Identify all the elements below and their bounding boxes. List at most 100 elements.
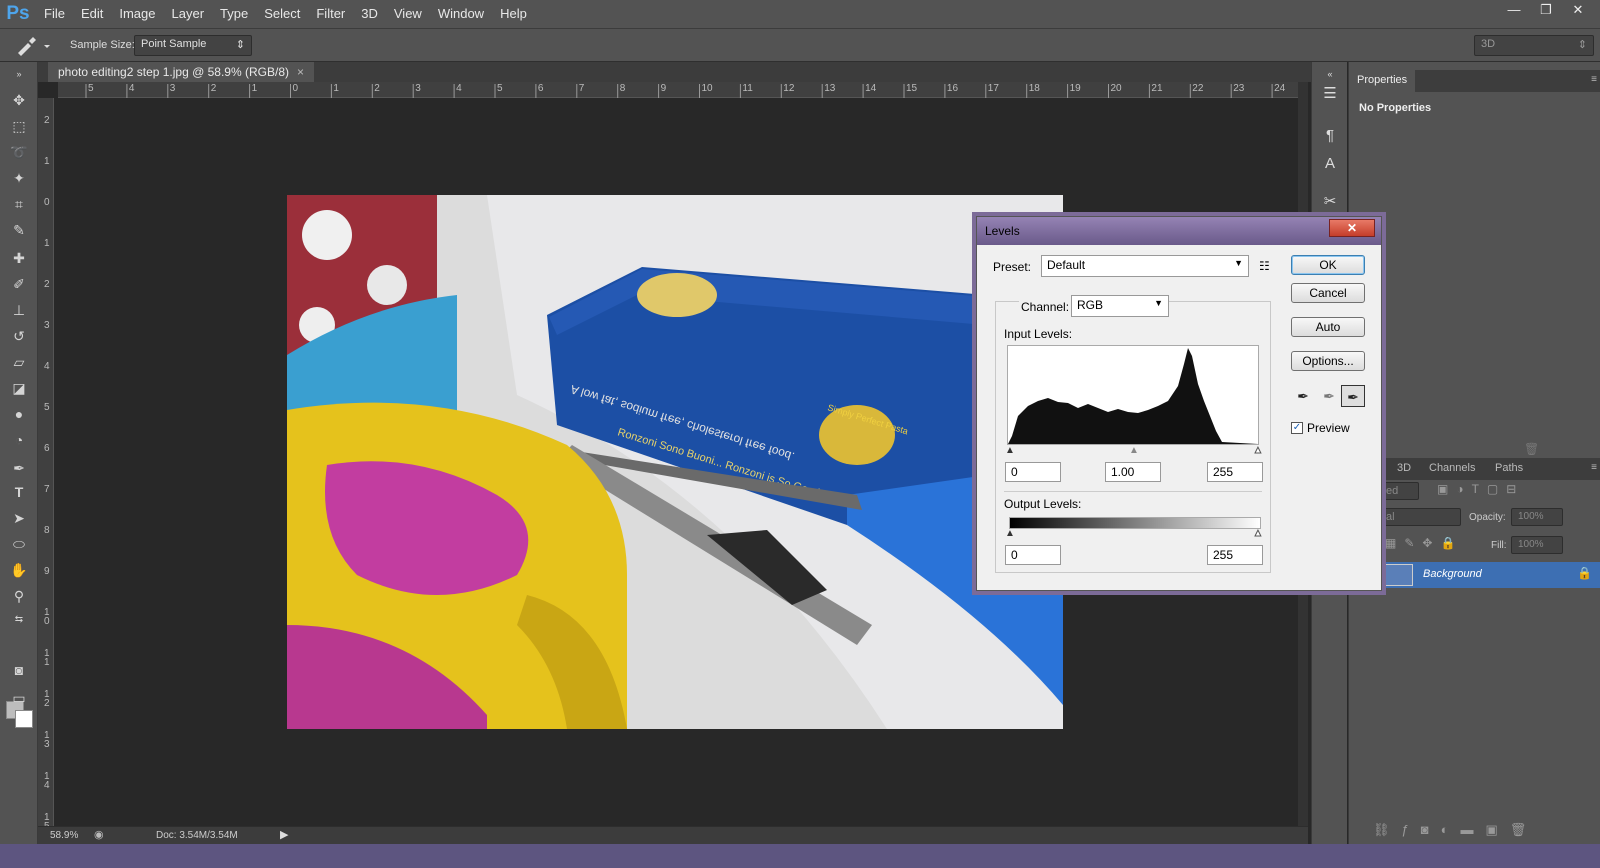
- collapse-toolbar-icon[interactable]: »: [8, 64, 30, 84]
- opacity-input[interactable]: 100%: [1511, 508, 1563, 526]
- eyedropper-tool-icon[interactable]: ✎: [8, 220, 30, 240]
- healing-brush-tool-icon[interactable]: ✚: [8, 248, 30, 268]
- restore-button[interactable]: ❐: [1530, 0, 1562, 20]
- brush-tool-icon[interactable]: ✐: [8, 274, 30, 294]
- menu-window[interactable]: Window: [430, 0, 492, 28]
- blend-mode-select[interactable]: ed: [1379, 482, 1419, 500]
- menu-filter[interactable]: Filter: [308, 0, 353, 28]
- black-point-eyedropper-icon[interactable]: ✒: [1291, 385, 1315, 407]
- status-info-icon[interactable]: ◉: [94, 828, 104, 841]
- document-image[interactable]: A low fat, sodium free, cholesterol free…: [287, 195, 1063, 729]
- background-color-swatch[interactable]: [15, 710, 33, 728]
- ok-button[interactable]: OK: [1291, 255, 1365, 275]
- trash-icon[interactable]: 🗑: [1524, 442, 1539, 456]
- panel-menu-icon[interactable]: ≡: [1591, 462, 1597, 473]
- layer-filter-icons[interactable]: ▣◑T▢⊟: [1437, 482, 1524, 496]
- menu-select[interactable]: Select: [256, 0, 308, 28]
- close-document-icon[interactable]: ×: [297, 65, 304, 79]
- sample-size-label: Sample Size:: [70, 39, 135, 51]
- white-point-eyedropper-icon[interactable]: ✒: [1341, 385, 1365, 407]
- cancel-button[interactable]: Cancel: [1291, 283, 1365, 303]
- marquee-tool-icon[interactable]: ⬚: [8, 116, 30, 136]
- swap-colors-icon[interactable]: ⇆: [8, 610, 30, 630]
- paint-bucket-tool-icon[interactable]: ◪: [8, 378, 30, 398]
- eyedropper-preset-icon[interactable]: [14, 35, 60, 57]
- path-selection-tool-icon[interactable]: ➤: [8, 508, 30, 528]
- character-panel-icon[interactable]: A: [1318, 152, 1342, 176]
- input-levels-label: Input Levels:: [1004, 327, 1073, 341]
- menu-3d[interactable]: 3D: [353, 0, 386, 28]
- menu-help[interactable]: Help: [492, 0, 535, 28]
- menu-edit[interactable]: Edit: [73, 0, 111, 28]
- ruler-tick-label: 15: [906, 83, 918, 94]
- options-button[interactable]: Options...: [1291, 351, 1365, 371]
- zoom-tool-icon[interactable]: ⚲: [8, 586, 30, 606]
- auto-button[interactable]: Auto: [1291, 317, 1365, 337]
- tab-paths[interactable]: Paths: [1487, 458, 1531, 480]
- ellipse-tool-icon[interactable]: ⬭: [8, 534, 30, 554]
- gray-point-eyedropper-icon[interactable]: ✒: [1317, 385, 1341, 407]
- input-white-field[interactable]: 255: [1207, 462, 1263, 482]
- menu-layer[interactable]: Layer: [164, 0, 213, 28]
- output-white-slider[interactable]: ▲: [1253, 528, 1264, 540]
- paragraph-panel-icon[interactable]: ¶: [1318, 124, 1342, 148]
- quick-mask-icon[interactable]: ◙: [8, 660, 30, 680]
- dodge-tool-icon[interactable]: ◔: [8, 430, 30, 450]
- menu-view[interactable]: View: [386, 0, 430, 28]
- layer-row-background[interactable]: Background 🔒: [1379, 562, 1600, 588]
- status-menu-arrow-icon[interactable]: ▶: [280, 828, 288, 841]
- preview-checkbox[interactable]: ✓: [1291, 422, 1303, 434]
- panel-menu-icon[interactable]: ≡: [1591, 74, 1597, 85]
- eraser-tool-icon[interactable]: ▱: [8, 352, 30, 372]
- input-gamma-field[interactable]: 1.00: [1105, 462, 1161, 482]
- levels-titlebar[interactable]: Levels ✕: [977, 217, 1381, 245]
- history-brush-tool-icon[interactable]: ↺: [8, 326, 30, 346]
- tab-3d[interactable]: 3D: [1389, 458, 1419, 480]
- workspace-select[interactable]: 3D ⇕: [1474, 35, 1594, 56]
- history-panel-icon[interactable]: ☰: [1318, 82, 1342, 106]
- type-tool-icon[interactable]: T: [8, 482, 30, 502]
- input-white-slider[interactable]: ▲: [1253, 445, 1264, 457]
- menu-file[interactable]: File: [36, 0, 73, 28]
- move-tool-icon[interactable]: ✥: [8, 90, 30, 110]
- hand-tool-icon[interactable]: ✋: [8, 560, 30, 580]
- crop-tool-icon[interactable]: ⌗: [8, 194, 30, 214]
- layer-actions-bar[interactable]: ⛓ƒ◙◐▬▣🗑: [1373, 822, 1538, 838]
- input-black-field[interactable]: 0: [1005, 462, 1061, 482]
- sample-size-value: Point Sample: [141, 38, 207, 50]
- close-window-button[interactable]: ✕: [1562, 0, 1594, 20]
- tab-channels[interactable]: Channels: [1421, 458, 1483, 480]
- menu-image[interactable]: Image: [111, 0, 163, 28]
- tab-properties[interactable]: Properties: [1349, 70, 1416, 92]
- ruler-tick-label: 12: [783, 83, 795, 94]
- input-black-slider[interactable]: ▲: [1005, 445, 1015, 456]
- ruler-tick-label: 8: [44, 525, 50, 536]
- zoom-level[interactable]: 58.9%: [50, 830, 78, 841]
- screen-mode-icon[interactable]: ▭: [8, 688, 30, 708]
- fill-input[interactable]: 100%: [1511, 536, 1563, 554]
- sample-size-select[interactable]: Point Sample ⇕: [134, 35, 252, 56]
- fill-label: Fill:: [1491, 540, 1507, 551]
- document-tab[interactable]: photo editing2 step 1.jpg @ 58.9% (RGB/8…: [48, 62, 314, 82]
- preset-select[interactable]: Default ▼: [1041, 255, 1249, 277]
- tool-presets-icon[interactable]: ✂: [1318, 190, 1342, 214]
- ruler-tick-label: 4: [128, 83, 135, 94]
- lasso-tool-icon[interactable]: ➰: [8, 142, 30, 162]
- document-title: photo editing2 step 1.jpg @ 58.9% (RGB/8…: [58, 65, 289, 79]
- channel-select[interactable]: RGB ▼: [1071, 295, 1169, 317]
- clone-stamp-tool-icon[interactable]: ⊥: [8, 300, 30, 320]
- pen-tool-icon[interactable]: ✒: [8, 458, 30, 478]
- output-black-field[interactable]: 0: [1005, 545, 1061, 565]
- output-white-field[interactable]: 255: [1207, 545, 1263, 565]
- input-gamma-slider[interactable]: ▲: [1129, 445, 1139, 456]
- menu-type[interactable]: Type: [212, 0, 256, 28]
- blur-tool-icon[interactable]: ●: [8, 404, 30, 424]
- preset-options-icon[interactable]: ☷: [1259, 259, 1270, 273]
- minimize-button[interactable]: —: [1498, 0, 1530, 20]
- layer-kind-select[interactable]: al: [1379, 508, 1461, 526]
- close-dialog-button[interactable]: ✕: [1329, 219, 1375, 237]
- ruler-tick-label: 2: [44, 279, 50, 290]
- lock-icons[interactable]: ▦✎✥🔒: [1385, 536, 1463, 550]
- output-black-slider[interactable]: ▲: [1005, 528, 1015, 539]
- magic-wand-tool-icon[interactable]: ✦: [8, 168, 30, 188]
